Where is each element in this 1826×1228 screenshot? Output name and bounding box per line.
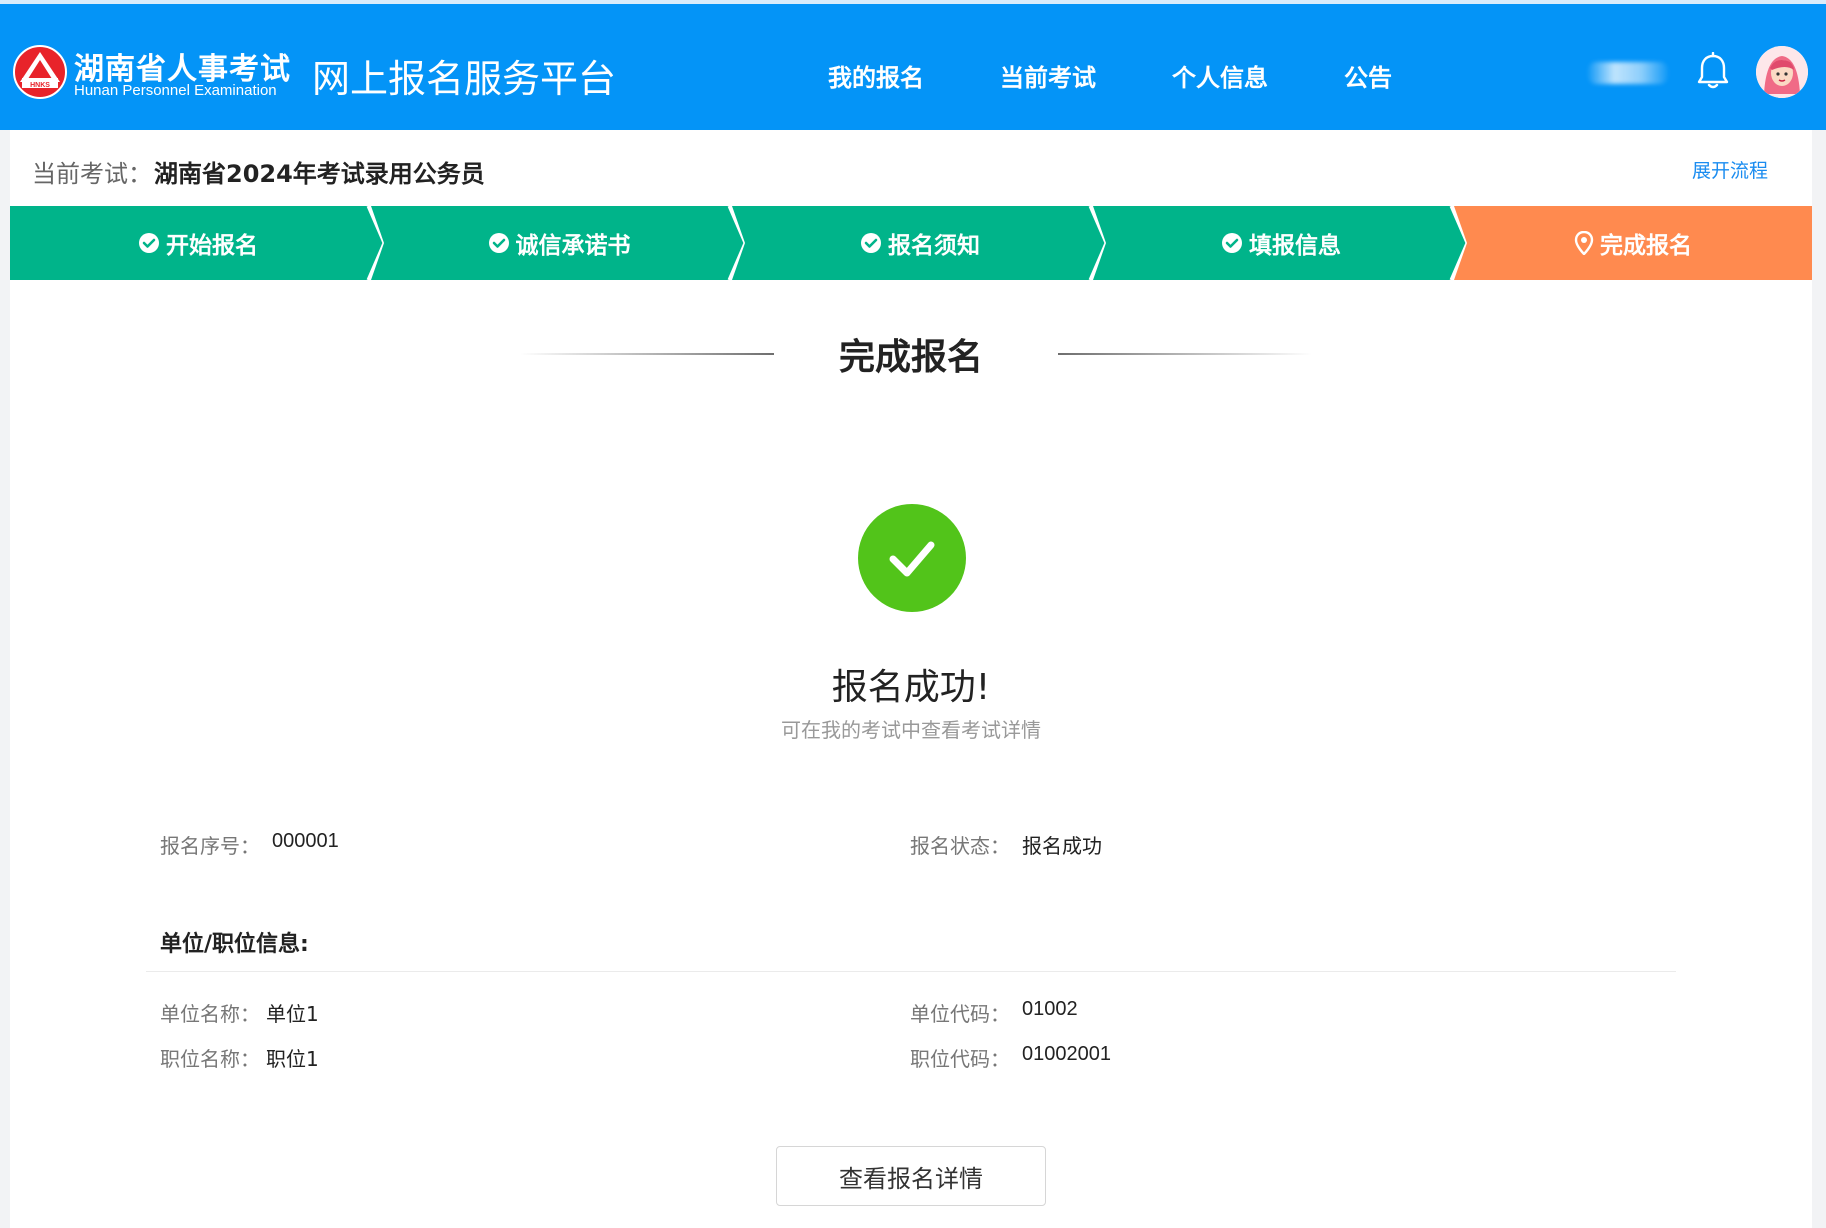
step-fill-info[interactable]: 填报信息	[1093, 206, 1469, 280]
success-subtitle: 可在我的考试中查看考试详情	[781, 718, 1041, 742]
top-header-bar: HNKS 湖南省人事考试 Hunan Personnel Examination…	[0, 0, 1826, 130]
position-name-value: 职位1	[266, 1047, 319, 1071]
platform-title: 网上报名服务平台	[312, 57, 617, 101]
view-registration-details-button[interactable]: 查看报名详情	[776, 1146, 1046, 1206]
position-name-label: 职位名称：	[160, 1047, 260, 1071]
step-progress-bar: 开始报名 诚信承诺书 报名须知 填报信息 完成报名	[10, 206, 1812, 280]
section-title: 完成报名	[838, 337, 983, 378]
unit-name-value: 单位1	[266, 1002, 319, 1026]
step-complete-registration[interactable]: 完成报名	[1454, 206, 1812, 280]
unit-code-value: 01002	[1022, 998, 1078, 1020]
check-circle-icon	[1221, 232, 1243, 254]
step-label: 填报信息	[1249, 233, 1341, 259]
unit-position-heading: 单位/职位信息:	[160, 932, 309, 957]
step-start-registration[interactable]: 开始报名	[10, 206, 386, 280]
success-title: 报名成功!	[831, 667, 991, 708]
section-divider	[146, 971, 1676, 972]
bell-icon[interactable]	[1696, 52, 1730, 90]
check-circle-icon	[860, 232, 882, 254]
site-logo[interactable]: HNKS 湖南省人事考试 Hunan Personnel Examination	[12, 42, 302, 102]
hnks-emblem-icon: HNKS	[13, 45, 67, 99]
current-exam-name: 湖南省2024年考试录用公务员	[154, 160, 485, 188]
registration-status-label: 报名状态：	[910, 834, 1010, 858]
serial-number-value: 000001	[272, 830, 339, 852]
title-decor-line-right	[1058, 353, 1312, 355]
check-circle-icon	[488, 232, 510, 254]
position-code-label: 职位代码：	[910, 1047, 1010, 1071]
main-content: 当前考试： 湖南省2024年考试录用公务员 展开流程 开始报名 诚信承诺书 报名…	[10, 130, 1812, 1228]
logo-title-en: Hunan Personnel Examination	[74, 82, 277, 99]
serial-number-label: 报名序号：	[160, 834, 260, 858]
step-registration-notice[interactable]: 报名须知	[732, 206, 1108, 280]
step-integrity-pledge[interactable]: 诚信承诺书	[371, 206, 747, 280]
check-circle-icon	[138, 232, 160, 254]
nav-my-registration[interactable]: 我的报名	[828, 58, 924, 93]
logo-badge-text: HNKS	[30, 82, 50, 89]
unit-name-label: 单位名称：	[160, 1002, 260, 1026]
username-blurred[interactable]	[1588, 62, 1668, 84]
user-avatar[interactable]	[1756, 46, 1808, 98]
location-pin-icon	[1574, 231, 1594, 255]
nav-announcements[interactable]: 公告	[1344, 58, 1392, 93]
current-exam-bar: 当前考试： 湖南省2024年考试录用公务员 展开流程	[10, 130, 1812, 208]
success-check-icon	[858, 504, 966, 612]
step-label: 完成报名	[1600, 233, 1692, 259]
nav-personal-info[interactable]: 个人信息	[1172, 58, 1268, 93]
step-label: 开始报名	[166, 233, 258, 259]
position-code-value: 01002001	[1022, 1043, 1111, 1065]
user-avatar-icon	[1756, 46, 1808, 98]
current-exam-label: 当前考试：	[32, 160, 152, 188]
step-label: 诚信承诺书	[515, 233, 631, 259]
step-label: 报名须知	[888, 233, 980, 259]
nav-current-exam[interactable]: 当前考试	[1000, 58, 1096, 93]
unit-code-label: 单位代码：	[910, 1002, 1010, 1026]
expand-flow-link[interactable]: 展开流程	[1692, 156, 1768, 183]
registration-status-value: 报名成功	[1022, 834, 1102, 858]
